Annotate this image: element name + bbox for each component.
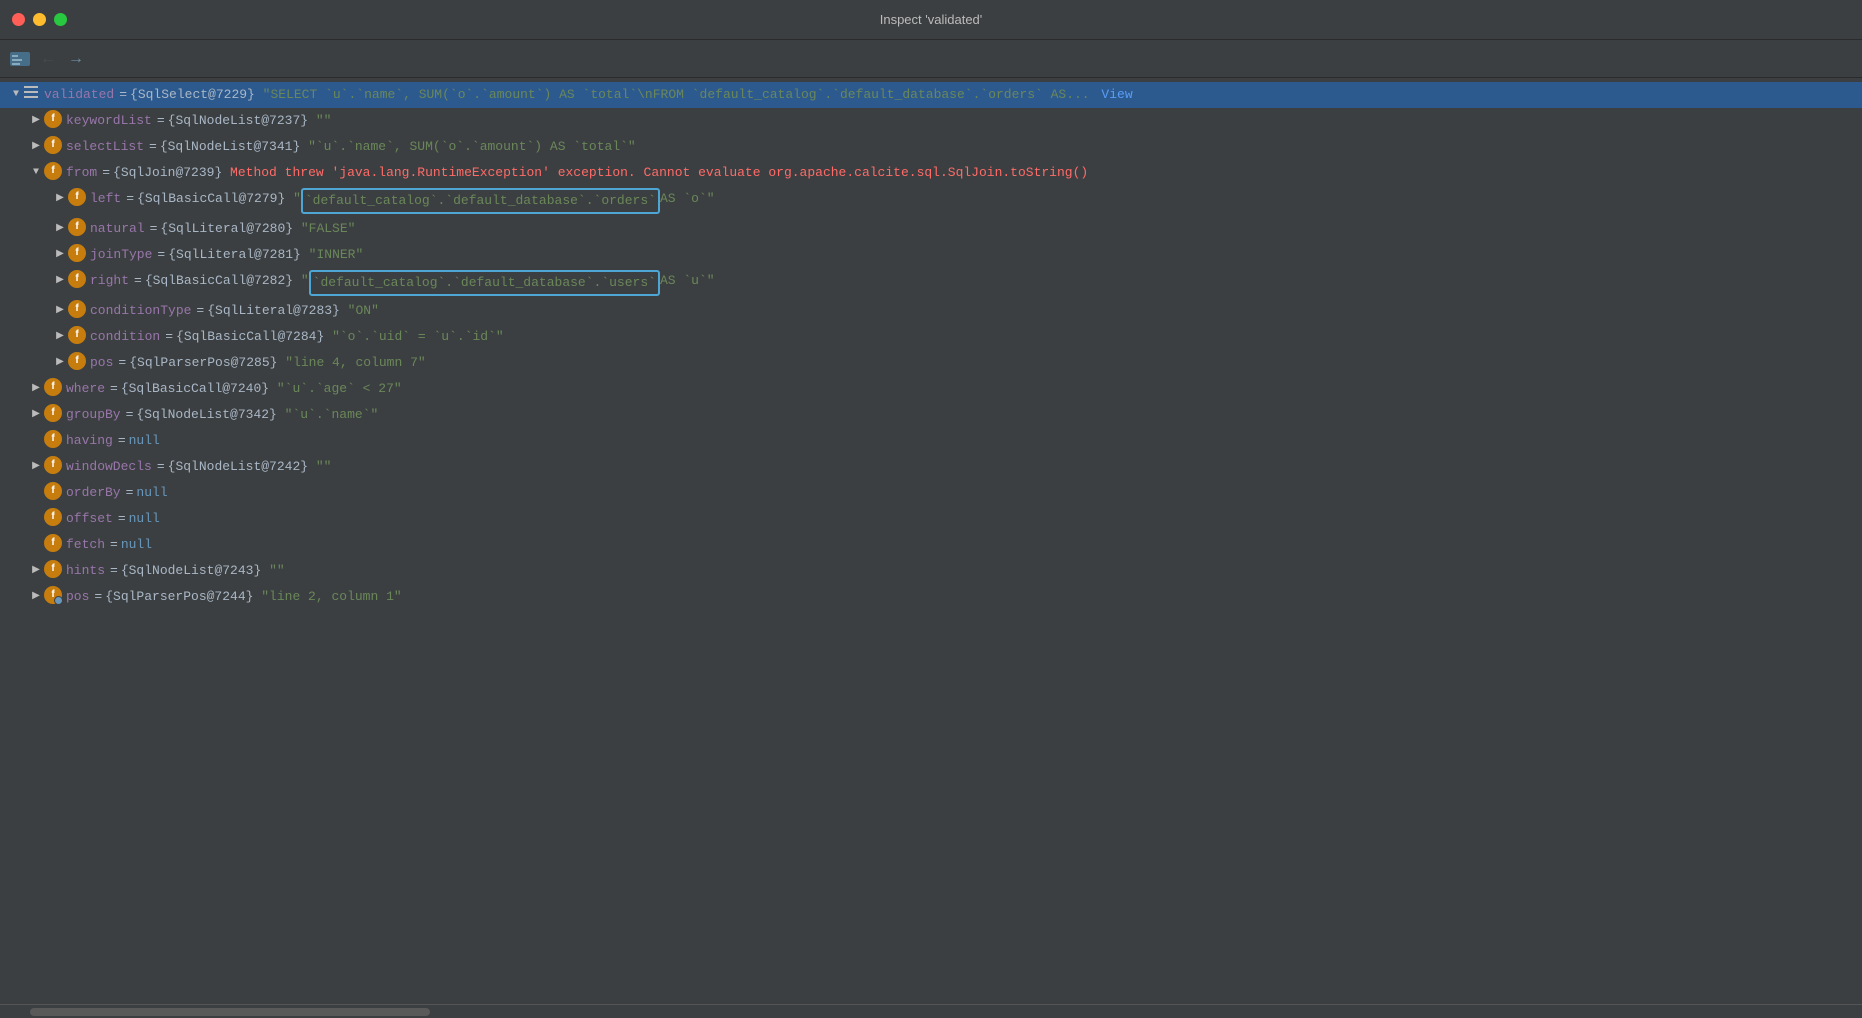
field-icon-windowDecls: f [44,456,62,474]
key-pos-outer: pos [66,586,89,608]
list-item[interactable]: ▶ f left = {SqlBasicCall@7279} "`default… [0,186,1862,216]
expander-joinType[interactable]: ▶ [52,244,68,266]
list-item[interactable]: ▶ f right = {SqlBasicCall@7282} "`defaul… [0,268,1862,298]
key-keywordList: keywordList [66,110,152,132]
key-where: where [66,378,105,400]
root-type: {SqlSelect@7229} [130,84,255,106]
left-value-highlight: `default_catalog`.`default_database`.`or… [301,188,660,214]
list-item[interactable]: ▶ f pos = {SqlParserPos@7285} "line 4, c… [0,350,1862,376]
list-item[interactable]: ▶ f windowDecls = {SqlNodeList@7242} "" [0,454,1862,480]
expander-condition[interactable]: ▶ [52,326,68,348]
window-controls [12,13,67,26]
field-icon-pos-outer: f [44,586,62,604]
expander-groupBy[interactable]: ▶ [28,404,44,426]
hamburger-icon [24,84,40,100]
field-icon-having: f [44,430,62,448]
field-icon-condition: f [68,326,86,344]
field-icon-selectList: f [44,136,62,154]
field-icon-orderBy: f [44,482,62,500]
key-condition: condition [90,326,160,348]
key-hints: hints [66,560,105,582]
field-icon-pos-inner: f [68,352,86,370]
list-item[interactable]: ▶ f groupBy = {SqlNodeList@7342} "`u`.`n… [0,402,1862,428]
list-item[interactable]: f having = null [0,428,1862,454]
field-icon-groupBy: f [44,404,62,422]
close-button[interactable] [12,13,25,26]
list-item[interactable]: f orderBy = null [0,480,1862,506]
field-icon-keywordList: f [44,110,62,128]
list-item[interactable]: ▼ f from = {SqlJoin@7239} Method threw '… [0,160,1862,186]
list-item[interactable]: ▶ f conditionType = {SqlLiteral@7283} "O… [0,298,1862,324]
key-from: from [66,162,97,184]
root-expander[interactable]: ▼ [8,84,24,106]
expander-where[interactable]: ▶ [28,378,44,400]
horizontal-scrollbar[interactable] [0,1004,1862,1018]
key-right: right [90,270,129,292]
field-icon-left: f [68,188,86,206]
key-joinType: joinType [90,244,152,266]
expander-windowDecls[interactable]: ▶ [28,456,44,478]
expander-hints[interactable]: ▶ [28,560,44,582]
list-item[interactable]: ▶ f condition = {SqlBasicCall@7284} "`o`… [0,324,1862,350]
field-icon-right: f [68,270,86,288]
forward-button[interactable]: → [64,47,88,71]
key-conditionType: conditionType [90,300,191,322]
root-item[interactable]: ▼ validated = {SqlSelect@7229} "SELECT `… [0,82,1862,108]
list-item[interactable]: ▶ f pos = {SqlParserPos@7244} "line 2, c… [0,584,1862,610]
key-selectList: selectList [66,136,144,158]
field-icon-offset: f [44,508,62,526]
expander-right[interactable]: ▶ [52,270,68,292]
expander-keywordList[interactable]: ▶ [28,110,44,132]
expander-from[interactable]: ▼ [28,162,44,184]
key-left: left [90,188,121,210]
list-item[interactable]: ▶ f selectList = {SqlNodeList@7341} "`u`… [0,134,1862,160]
field-icon-hints: f [44,560,62,578]
field-icon-natural: f [68,218,86,236]
inspect-tree: ▼ validated = {SqlSelect@7229} "SELECT `… [0,78,1862,1004]
key-offset: offset [66,508,113,530]
expander-selectList[interactable]: ▶ [28,136,44,158]
key-orderBy: orderBy [66,482,121,504]
field-icon-from: f [44,162,62,180]
expander-pos-outer[interactable]: ▶ [28,586,44,608]
key-pos-inner: pos [90,352,113,374]
inspector-icon [8,47,32,71]
list-item[interactable]: ▶ f keywordList = {SqlNodeList@7237} "" [0,108,1862,134]
list-item[interactable]: ▶ f hints = {SqlNodeList@7243} "" [0,558,1862,584]
list-item[interactable]: ▶ f natural = {SqlLiteral@7280} "FALSE" [0,216,1862,242]
key-groupBy: groupBy [66,404,121,426]
list-item[interactable]: ▶ f where = {SqlBasicCall@7240} "`u`.`ag… [0,376,1862,402]
expander-left[interactable]: ▶ [52,188,68,210]
field-icon-conditionType: f [68,300,86,318]
list-item[interactable]: ▶ f joinType = {SqlLiteral@7281} "INNER" [0,242,1862,268]
scrollbar-thumb[interactable] [30,1008,430,1016]
field-icon-joinType: f [68,244,86,262]
expander-conditionType[interactable]: ▶ [52,300,68,322]
expander-natural[interactable]: ▶ [52,218,68,240]
key-having: having [66,430,113,452]
toolbar: ← → [0,40,1862,78]
back-button[interactable]: ← [36,47,60,71]
minimize-button[interactable] [33,13,46,26]
from-error: Method threw 'java.lang.RuntimeException… [222,162,1088,184]
title-bar: Inspect 'validated' [0,0,1862,40]
root-key: validated [44,84,114,106]
right-value-highlight: `default_catalog`.`default_database`.`us… [309,270,660,296]
key-windowDecls: windowDecls [66,456,152,478]
field-icon-fetch: f [44,534,62,552]
expander-pos-inner[interactable]: ▶ [52,352,68,374]
scrollbar-track [0,1008,1862,1016]
list-item[interactable]: f offset = null [0,506,1862,532]
key-natural: natural [90,218,145,240]
field-icon-where: f [44,378,62,396]
maximize-button[interactable] [54,13,67,26]
root-value-preview: "SELECT `u`.`name`, SUM(`o`.`amount`) AS… [263,84,1090,106]
view-link[interactable]: View [1101,84,1132,106]
list-item[interactable]: f fetch = null [0,532,1862,558]
window-title: Inspect 'validated' [880,12,983,27]
key-fetch: fetch [66,534,105,556]
